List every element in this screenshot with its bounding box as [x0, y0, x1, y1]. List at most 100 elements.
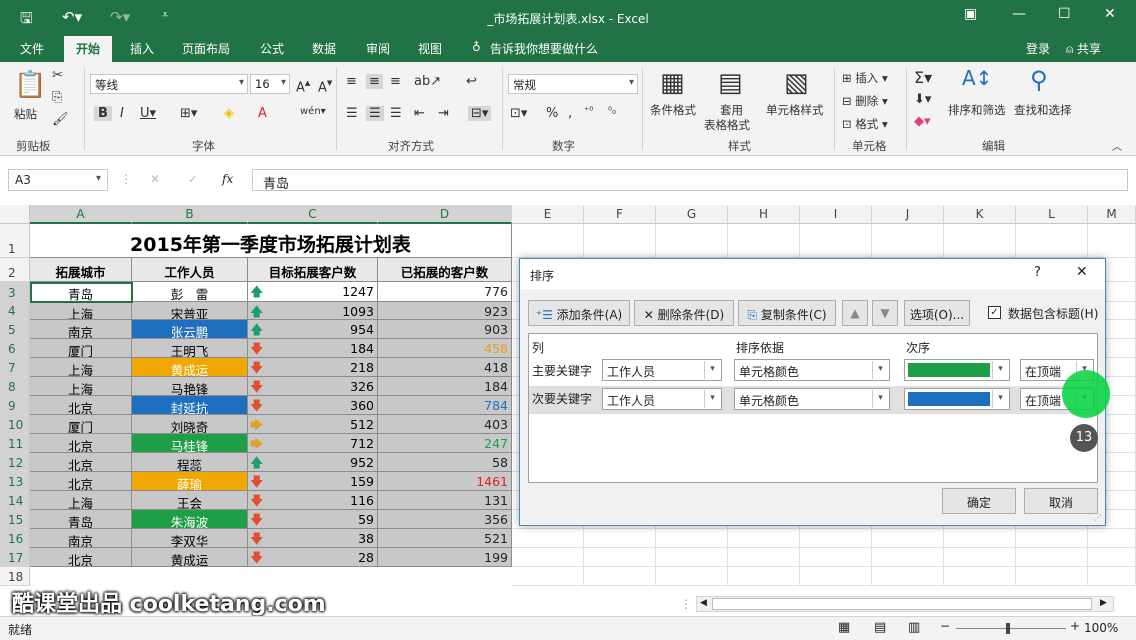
city-cell[interactable]: 北京: [30, 472, 132, 491]
italic-button[interactable]: I: [120, 106, 124, 121]
column-header-H[interactable]: H: [728, 205, 800, 224]
borders-icon[interactable]: ⊞▾: [180, 106, 197, 121]
column-header-G[interactable]: G: [656, 205, 728, 224]
increase-indent-icon[interactable]: ⇥: [438, 106, 449, 121]
ok-button[interactable]: 确定: [942, 488, 1016, 514]
row-header-17[interactable]: 17: [0, 548, 30, 567]
row-header-2[interactable]: 2: [0, 258, 30, 282]
options-button[interactable]: 选项(O)...: [904, 300, 970, 326]
target-cell[interactable]: 28 🡇: [248, 548, 378, 567]
city-cell[interactable]: 南京: [30, 320, 132, 339]
column-header-D[interactable]: D: [378, 205, 512, 224]
target-cell[interactable]: 1247 🡅: [248, 282, 378, 302]
column-header-A[interactable]: A: [30, 205, 132, 224]
done-cell[interactable]: 247: [378, 434, 512, 453]
person-cell[interactable]: 薛瑜: [132, 472, 248, 491]
done-cell[interactable]: 199: [378, 548, 512, 567]
primary-color-select[interactable]: ▾: [904, 359, 1010, 381]
row-header-5[interactable]: 5: [0, 320, 30, 339]
clear-icon[interactable]: ◆▾: [914, 114, 931, 129]
zoom-slider[interactable]: [956, 628, 1066, 629]
target-cell[interactable]: 512 🡆: [248, 415, 378, 434]
person-cell[interactable]: 程蕊: [132, 453, 248, 472]
row-header-16[interactable]: 16: [0, 529, 30, 548]
sort-filter-icon[interactable]: A↕: [962, 66, 992, 90]
target-cell[interactable]: 59 🡇: [248, 510, 378, 529]
done-cell[interactable]: 521: [378, 529, 512, 548]
column-header-J[interactable]: J: [872, 205, 944, 224]
cond-format-label[interactable]: 条件格式: [650, 102, 696, 118]
column-header-F[interactable]: F: [584, 205, 656, 224]
comma-icon[interactable]: ,: [568, 106, 572, 121]
shrink-font-icon[interactable]: A▾: [318, 76, 332, 95]
city-cell[interactable]: 南京: [30, 529, 132, 548]
align-top-icon[interactable]: ≡: [346, 74, 357, 89]
column-header-K[interactable]: K: [944, 205, 1016, 224]
insert-function-icon[interactable]: fx: [222, 172, 233, 186]
done-cell[interactable]: 458: [378, 339, 512, 358]
done-cell[interactable]: 784: [378, 396, 512, 415]
tab-file[interactable]: 文件: [20, 40, 44, 57]
scroll-thumb[interactable]: [712, 598, 1092, 610]
target-cell[interactable]: 184 🡇: [248, 339, 378, 358]
conditional-format-icon[interactable]: ▦: [660, 68, 685, 98]
merge-center-icon[interactable]: ⊟▾: [468, 106, 492, 121]
person-cell[interactable]: 张云鹏: [132, 320, 248, 339]
tab-home[interactable]: 开始: [64, 36, 113, 62]
person-cell[interactable]: 黄成运: [132, 548, 248, 567]
person-cell[interactable]: 朱海波: [132, 510, 248, 529]
cell-styles-icon[interactable]: ▧: [784, 68, 809, 98]
zoom-out-icon[interactable]: −: [940, 619, 950, 633]
page-break-view-icon[interactable]: ▥: [908, 620, 920, 635]
header-cell[interactable]: 工作人员: [132, 258, 248, 282]
cell-styles-label[interactable]: 单元格样式: [766, 102, 824, 118]
target-cell[interactable]: 712 🡆: [248, 434, 378, 453]
find-select-icon[interactable]: ⚲: [1030, 66, 1048, 94]
ribbon-display-icon[interactable]: ▣: [964, 6, 977, 22]
align-bottom-icon[interactable]: ≡: [390, 74, 401, 89]
row-header-3[interactable]: 3: [0, 282, 30, 302]
person-cell[interactable]: 马桂锋: [132, 434, 248, 453]
done-cell[interactable]: 58: [378, 453, 512, 472]
column-header-B[interactable]: B: [132, 205, 248, 224]
done-cell[interactable]: 776: [378, 282, 512, 302]
sign-in-link[interactable]: 登录: [1026, 40, 1050, 57]
decrease-indent-icon[interactable]: ⇤: [414, 106, 425, 121]
person-cell[interactable]: 李双华: [132, 529, 248, 548]
row-header-11[interactable]: 11: [0, 434, 30, 453]
move-up-button[interactable]: ▲: [842, 300, 868, 326]
tab-page-layout[interactable]: 页面布局: [182, 40, 230, 57]
secondary-column-select[interactable]: 工作人员 ▾: [602, 388, 722, 410]
wrap-text-icon[interactable]: ↩: [466, 74, 477, 89]
copy-icon[interactable]: ⎘: [52, 90, 62, 105]
done-cell[interactable]: 131: [378, 491, 512, 510]
row-header-14[interactable]: 14: [0, 491, 30, 510]
align-right-icon[interactable]: ☰: [390, 106, 402, 121]
person-cell[interactable]: 彭 雷: [132, 282, 248, 302]
tab-review[interactable]: 审阅: [366, 40, 390, 57]
format-table-label-2[interactable]: 表格格式: [704, 117, 750, 133]
done-cell[interactable]: 418: [378, 358, 512, 377]
city-cell[interactable]: 北京: [30, 396, 132, 415]
scroll-left-icon[interactable]: ◀: [700, 598, 707, 608]
column-header-L[interactable]: L: [1016, 205, 1088, 224]
fill-icon[interactable]: ⬇▾: [914, 92, 931, 107]
page-layout-view-icon[interactable]: ▤: [874, 620, 886, 635]
target-cell[interactable]: 326 🡇: [248, 377, 378, 396]
row-header-10[interactable]: 10: [0, 415, 30, 434]
format-as-table-icon[interactable]: ▤: [718, 68, 743, 98]
tab-formulas[interactable]: 公式: [260, 40, 284, 57]
currency-icon[interactable]: ⊡▾: [510, 106, 527, 121]
header-cell[interactable]: 目标拓展客户数: [248, 258, 378, 282]
row-header-1[interactable]: 1: [0, 224, 30, 258]
cut-icon[interactable]: ✂: [52, 68, 63, 83]
header-cell[interactable]: 已拓展的客户数: [378, 258, 512, 282]
confirm-entry-icon[interactable]: ✓: [188, 172, 198, 186]
align-left-icon[interactable]: ☰: [346, 106, 358, 121]
target-cell[interactable]: 952 🡅: [248, 453, 378, 472]
formula-input[interactable]: 青岛: [252, 169, 1128, 192]
target-cell[interactable]: 159 🡇: [248, 472, 378, 491]
primary-sort-on-select[interactable]: 单元格颜色 ▾: [734, 359, 890, 381]
normal-view-icon[interactable]: ▦: [838, 620, 850, 635]
person-cell[interactable]: 封延抗: [132, 396, 248, 415]
